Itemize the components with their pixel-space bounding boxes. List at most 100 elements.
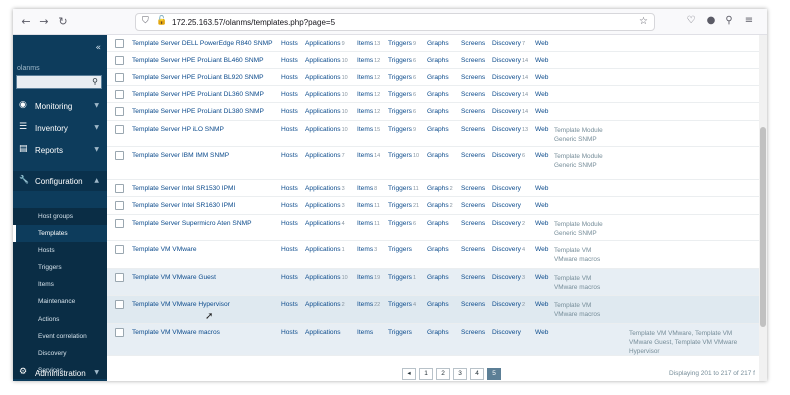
web-link[interactable]: Web [535, 202, 548, 209]
template-name-link[interactable]: Template Server Intel SR1530 IPMI [132, 185, 235, 192]
web-link[interactable]: Web [535, 246, 548, 253]
web-link[interactable]: Web [535, 126, 548, 133]
linked-templates[interactable]: Template Module Generic SNMP [554, 220, 616, 238]
submenu-actions[interactable]: Actions [13, 311, 107, 328]
screens-link[interactable]: Screens [461, 185, 485, 192]
items-link[interactable]: Items12 [357, 57, 380, 64]
applications-link[interactable]: Applications3 [305, 202, 345, 209]
hosts-link[interactable]: Hosts [281, 301, 298, 308]
screens-link[interactable]: Screens [461, 329, 485, 336]
triggers-link[interactable]: Triggers1 [388, 274, 416, 281]
pocket-icon[interactable]: ♡ [685, 15, 697, 27]
row-checkbox[interactable] [115, 273, 124, 282]
triggers-link[interactable]: Triggers6 [388, 57, 416, 64]
discovery-link[interactable]: Discovery14 [492, 57, 528, 64]
triggers-link[interactable]: Triggers6 [388, 220, 416, 227]
triggers-link[interactable]: Triggers10 [388, 152, 419, 159]
row-checkbox[interactable] [115, 107, 124, 116]
web-link[interactable]: Web [535, 91, 548, 98]
graphs-link[interactable]: Graphs [427, 74, 450, 81]
row-checkbox[interactable] [115, 90, 124, 99]
graphs-link[interactable]: Graphs [427, 152, 450, 159]
template-name-link[interactable]: Template Server Supermicro Aten SNMP [132, 220, 251, 227]
template-name-link[interactable]: Template Server HPE ProLiant BL920 SNMP [132, 74, 264, 81]
row-checkbox[interactable] [115, 56, 124, 65]
linked-templates[interactable]: Template Module Generic SNMP [554, 126, 616, 144]
reload-icon[interactable]: ↻ [56, 15, 70, 29]
vertical-scrollbar[interactable] [759, 35, 767, 381]
hosts-link[interactable]: Hosts [281, 246, 298, 253]
graphs-link[interactable]: Graphs [427, 220, 450, 227]
items-link[interactable]: Items22 [357, 301, 380, 308]
applications-link[interactable]: Applications10 [305, 57, 348, 64]
screens-link[interactable]: Screens [461, 108, 485, 115]
page-button[interactable]: 3 [453, 368, 467, 380]
items-link[interactable]: Items12 [357, 108, 380, 115]
submenu-host-groups[interactable]: Host groups [13, 208, 107, 225]
items-link[interactable]: Items19 [357, 274, 380, 281]
row-checkbox[interactable] [115, 73, 124, 82]
submenu-items[interactable]: Items [13, 276, 107, 293]
account-icon[interactable]: ● [705, 15, 717, 27]
submenu-discovery[interactable]: Discovery [13, 345, 107, 362]
forward-icon[interactable]: → [37, 15, 51, 29]
submenu-templates[interactable]: Templates [13, 225, 107, 243]
url-bar[interactable]: ⛉ 🔓 172.25.163.57/olanms/templates.php?p… [135, 13, 655, 31]
graphs-link[interactable]: Graphs [427, 57, 450, 64]
linked-templates[interactable]: Template VM VMware macros [554, 301, 616, 319]
hosts-link[interactable]: Hosts [281, 329, 298, 336]
menu-reports[interactable]: ▤ Reports ▼ [13, 140, 107, 160]
screens-link[interactable]: Screens [461, 57, 485, 64]
collapse-sidebar-icon[interactable]: « [95, 43, 101, 53]
screens-link[interactable]: Screens [461, 126, 485, 133]
discovery-link[interactable]: Discovery2 [492, 301, 525, 308]
row-checkbox[interactable] [115, 151, 124, 160]
graphs-link[interactable]: Graphs [427, 126, 450, 133]
graphs-link[interactable]: Graphs2 [427, 185, 453, 192]
items-link[interactable]: Items12 [357, 91, 380, 98]
submenu-event-correlation[interactable]: Event correlation [13, 328, 107, 345]
template-name-link[interactable]: Template Server HPE ProLiant BL460 SNMP [132, 57, 264, 64]
linked-to-templates[interactable]: Template VM VMware, Template VM VMware G… [629, 329, 747, 356]
template-name-link[interactable]: Template Server Intel SR1630 IPMI [132, 202, 235, 209]
graphs-link[interactable]: Graphs [427, 108, 450, 115]
triggers-link[interactable]: Triggers6 [388, 91, 416, 98]
linked-templates[interactable]: Template Module Generic SNMP [554, 152, 616, 170]
template-name-link[interactable]: Template VM VMware macros [132, 329, 220, 336]
hosts-link[interactable]: Hosts [281, 108, 298, 115]
row-checkbox[interactable] [115, 219, 124, 228]
template-name-link[interactable]: Template Server HP iLO SNMP [132, 126, 224, 133]
sidebar-search-input[interactable]: ⚲ [16, 75, 102, 89]
items-link[interactable]: Items15 [357, 126, 380, 133]
hosts-link[interactable]: Hosts [281, 152, 298, 159]
web-link[interactable]: Web [535, 329, 548, 336]
screens-link[interactable]: Screens [461, 246, 485, 253]
template-name-link[interactable]: Template VM VMware Hypervisor [132, 301, 230, 308]
submenu-hosts[interactable]: Hosts [13, 242, 107, 259]
graphs-link[interactable]: Graphs [427, 40, 450, 47]
row-checkbox[interactable] [115, 201, 124, 210]
web-link[interactable]: Web [535, 274, 548, 281]
discovery-link[interactable]: Discovery13 [492, 126, 528, 133]
page-button[interactable]: 4 [470, 368, 484, 380]
template-name-link[interactable]: Template Server IBM IMM SNMP [132, 152, 229, 159]
back-icon[interactable]: ← [19, 15, 33, 29]
screens-link[interactable]: Screens [461, 40, 485, 47]
items-link[interactable]: Items12 [357, 74, 380, 81]
screens-link[interactable]: Screens [461, 274, 485, 281]
discovery-link[interactable]: Discovery [492, 202, 522, 209]
web-link[interactable]: Web [535, 74, 548, 81]
hosts-link[interactable]: Hosts [281, 202, 298, 209]
bookmark-star-icon[interactable]: ☆ [639, 16, 648, 27]
prev-page-button[interactable]: ◂ [402, 368, 416, 380]
discovery-link[interactable]: Discovery14 [492, 74, 528, 81]
hosts-link[interactable]: Hosts [281, 274, 298, 281]
row-checkbox[interactable] [115, 184, 124, 193]
extensions-icon[interactable]: ⚲ [723, 15, 735, 27]
web-link[interactable]: Web [535, 40, 548, 47]
screens-link[interactable]: Screens [461, 91, 485, 98]
applications-link[interactable]: Applications1 [305, 246, 345, 253]
applications-link[interactable]: Applications2 [305, 301, 345, 308]
row-checkbox[interactable] [115, 39, 124, 48]
hosts-link[interactable]: Hosts [281, 91, 298, 98]
